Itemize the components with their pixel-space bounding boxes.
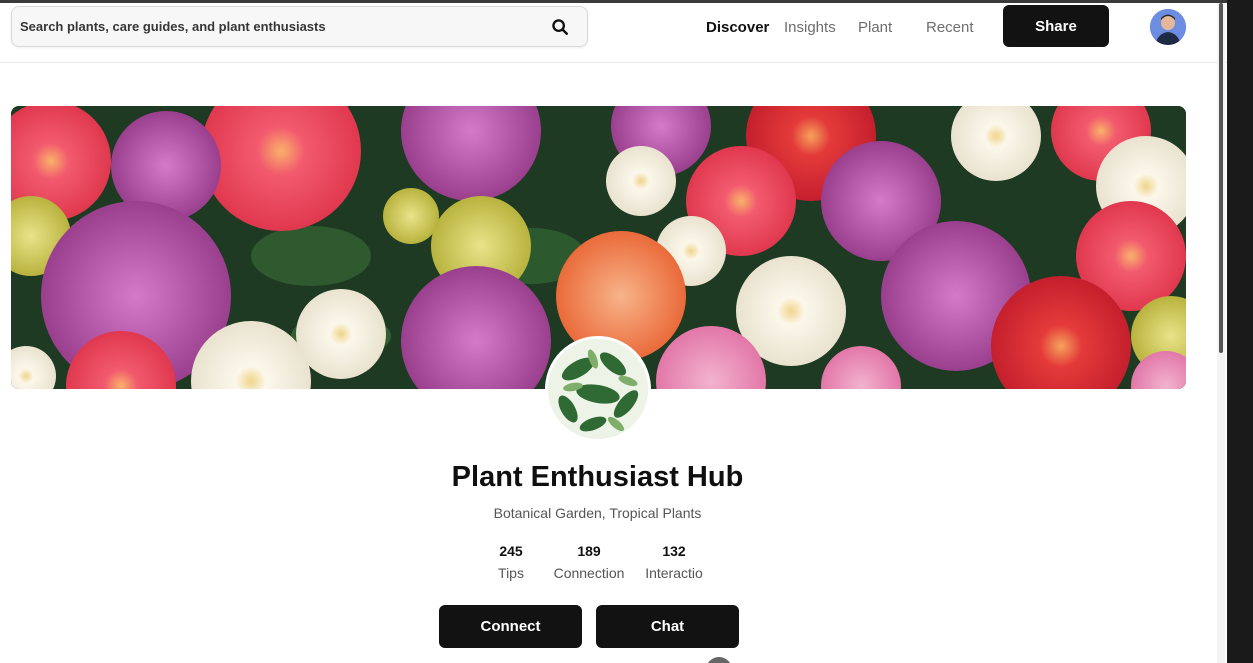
avatar-icon xyxy=(1150,9,1186,45)
nav-insights[interactable]: Insights xyxy=(784,19,836,36)
partial-avatar xyxy=(706,657,732,663)
stat-label: Connection xyxy=(553,565,625,581)
top-header: Discover Insights Plant Recent Share xyxy=(0,3,1227,63)
stat-tips: 245 Tips xyxy=(490,543,532,581)
stat-value: 189 xyxy=(577,543,601,559)
stat-connection: 189 Connection xyxy=(546,543,632,581)
scrollbar-thumb[interactable] xyxy=(1219,3,1223,353)
profile-avatar[interactable] xyxy=(545,336,651,442)
search-icon[interactable] xyxy=(551,18,569,36)
profile-name: Plant Enthusiast Hub xyxy=(451,461,744,493)
nav-discover[interactable]: Discover xyxy=(706,19,769,36)
scrollbar[interactable] xyxy=(1217,3,1225,663)
stat-value: 245 xyxy=(499,543,523,559)
search-bar xyxy=(11,6,588,47)
stat-value: 132 xyxy=(662,543,686,559)
stat-interactions: 132 Interactio xyxy=(638,543,710,581)
connect-button[interactable]: Connect xyxy=(439,605,582,648)
chat-button[interactable]: Chat xyxy=(596,605,739,648)
nav-recent[interactable]: Recent xyxy=(926,19,974,36)
share-button[interactable]: Share xyxy=(1003,5,1109,47)
profile-subtitle: Botanical Garden, Tropical Plants xyxy=(493,505,702,521)
stat-label: Tips xyxy=(498,565,524,581)
nav-plant[interactable]: Plant xyxy=(858,19,892,36)
user-avatar[interactable] xyxy=(1150,9,1186,45)
leaf-pattern-icon xyxy=(548,339,648,439)
stat-label: Interactio xyxy=(645,565,703,581)
page: Discover Insights Plant Recent Share xyxy=(0,0,1227,663)
search-input[interactable] xyxy=(12,7,542,46)
